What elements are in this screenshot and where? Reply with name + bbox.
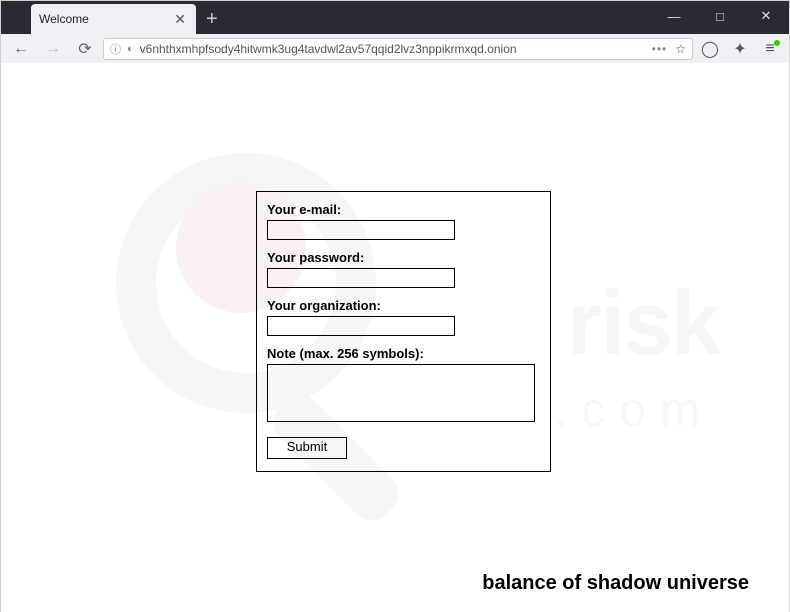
login-form: Your e-mail: Your password: Your organiz… [256,191,551,472]
reload-button[interactable]: ⟳ [71,37,99,61]
note-field[interactable] [267,364,535,422]
tab-bar: Welcome ✕ + — □ ✕ [1,1,789,34]
window-controls: — □ ✕ [651,1,789,34]
tab-welcome[interactable]: Welcome ✕ [31,4,196,34]
info-icon[interactable]: ⓘ [110,41,121,57]
shield-icon[interactable]: ◯ [697,38,723,60]
page-content: risk .com Your e-mail: Your password: Yo… [1,63,789,612]
note-label: Note (max. 256 symbols): [267,346,540,361]
address-bar: ← → ⟳ ⓘ ◐ v6nhthxmhpfsody4hitwmk3ug4tavd… [1,34,789,63]
page-actions-icon[interactable]: ••• [652,42,668,56]
tab-title: Welcome [39,12,89,26]
organization-label: Your organization: [267,298,540,313]
password-label: Your password: [267,250,540,265]
email-label: Your e-mail: [267,202,540,217]
password-field[interactable] [267,268,455,288]
wand-icon[interactable]: ✦ [727,38,753,60]
minimize-button[interactable]: — [651,1,697,31]
bookmark-icon[interactable]: ☆ [675,42,686,56]
close-icon[interactable]: ✕ [172,11,188,28]
url-text: v6nhthxmhpfsody4hitwmk3ug4tavdwl2av57qqi… [140,42,646,56]
url-field[interactable]: ⓘ ◐ v6nhthxmhpfsody4hitwmk3ug4tavdwl2av5… [103,38,693,60]
security-icon[interactable]: ◐ [127,43,134,55]
close-window-button[interactable]: ✕ [743,1,789,31]
back-button[interactable]: ← [7,37,35,61]
watermark-brand: risk [567,273,719,376]
new-tab-button[interactable]: + [196,4,228,34]
organization-field[interactable] [267,316,455,336]
browser-chrome: Welcome ✕ + — □ ✕ ← → ⟳ ⓘ ◐ v6nhthxmhpfs… [1,1,789,63]
email-field[interactable] [267,220,455,240]
submit-button[interactable]: Submit [267,437,347,459]
footer-text: balance of shadow universe [482,572,749,595]
forward-button[interactable]: → [39,37,67,61]
menu-icon[interactable]: ≡ [757,38,783,60]
watermark-domain: .com [554,383,714,438]
maximize-button[interactable]: □ [697,1,743,31]
